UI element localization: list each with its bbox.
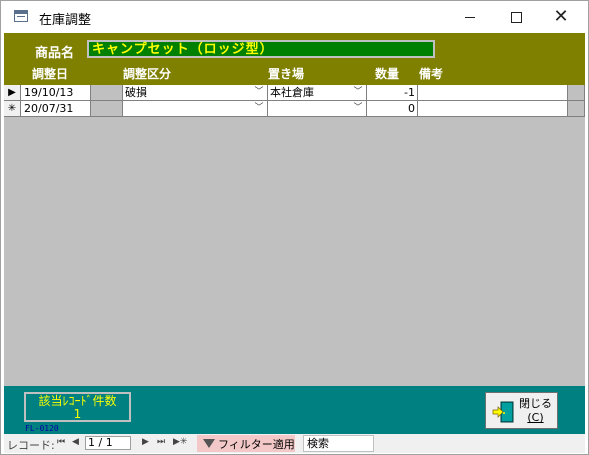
product-name-field[interactable]: キャンプセット（ロッジ型） bbox=[87, 40, 435, 58]
filter-icon bbox=[203, 439, 215, 448]
search-input[interactable]: 検索 bbox=[303, 435, 374, 452]
form-icon bbox=[14, 10, 28, 22]
close-window-button[interactable]: ✕ bbox=[539, 2, 583, 32]
qty-cell[interactable]: 0 bbox=[367, 101, 418, 116]
record-navigation-bar: レコード: ⏮ ◀ 1 / 1 ▶ ⏭ ▶✳ フィルター適用 検索 bbox=[4, 434, 585, 453]
chevron-down-icon[interactable]: ﹀ bbox=[252, 102, 266, 115]
last-record-icon[interactable]: ⏭ bbox=[157, 437, 165, 447]
minimize-icon bbox=[465, 16, 475, 18]
close-label-text: 閉じる bbox=[519, 397, 552, 410]
date-cell[interactable]: 19/10/13 bbox=[21, 85, 91, 100]
adjustment-grid: ▶ 19/10/13 破損 ﹀ 本社倉庫 ﹀ -1 ✳ 20/07/31 ﹀ ﹀… bbox=[4, 85, 585, 386]
note-cell[interactable] bbox=[418, 101, 568, 116]
note-cell[interactable] bbox=[418, 85, 568, 100]
column-header-category: 調整区分 bbox=[123, 67, 172, 81]
category-value: 破損 bbox=[125, 86, 147, 99]
date-cell[interactable]: 20/07/31 bbox=[21, 101, 91, 116]
column-header-qty: 数量 bbox=[375, 67, 400, 81]
column-header-note: 備考 bbox=[419, 67, 444, 81]
exit-door-icon bbox=[492, 401, 514, 423]
column-header-date: 調整日 bbox=[32, 67, 69, 81]
prev-record-icon[interactable]: ◀ bbox=[72, 437, 79, 447]
location-value: 本社倉庫 bbox=[270, 86, 314, 99]
filter-label: フィルター適用 bbox=[218, 437, 295, 451]
minimize-button[interactable] bbox=[448, 2, 492, 32]
qty-cell[interactable]: -1 bbox=[367, 85, 418, 100]
record-label: レコード: bbox=[7, 439, 55, 452]
close-button-label: 閉じる (C) bbox=[519, 397, 552, 425]
maximize-icon bbox=[510, 11, 522, 23]
window-title: 在庫調整 bbox=[39, 13, 92, 28]
row-end-cell bbox=[568, 85, 585, 100]
new-record-icon[interactable]: ▶✳ bbox=[173, 437, 187, 447]
location-cell[interactable]: 本社倉庫 ﹀ bbox=[268, 85, 367, 100]
column-header-location: 置き場 bbox=[268, 67, 305, 81]
record-position-input[interactable]: 1 / 1 bbox=[85, 436, 131, 450]
record-count-box: 該当ﾚｺｰﾄﾞ件数 1 bbox=[24, 392, 131, 422]
first-record-icon[interactable]: ⏮ bbox=[57, 437, 65, 447]
form-footer: 該当ﾚｺｰﾄﾞ件数 1 FL-0120 閉じる (C) bbox=[4, 386, 585, 434]
table-row[interactable]: ▶ 19/10/13 破損 ﹀ 本社倉庫 ﹀ -1 bbox=[4, 85, 585, 101]
record-count-value: 1 bbox=[73, 407, 82, 421]
chevron-down-icon[interactable]: ﹀ bbox=[351, 102, 365, 115]
new-record-selector[interactable]: ✳ bbox=[4, 101, 21, 116]
next-record-icon[interactable]: ▶ bbox=[142, 437, 149, 447]
category-cell[interactable]: ﹀ bbox=[123, 101, 268, 116]
close-shortcut: (C) bbox=[527, 411, 544, 424]
form-header: 商品名 キャンプセット（ロッジ型） 調整日 調整区分 置き場 数量 備考 bbox=[4, 33, 585, 85]
category-cell[interactable]: 破損 ﹀ bbox=[123, 85, 268, 100]
chevron-down-icon[interactable]: ﹀ bbox=[351, 86, 365, 99]
record-selector[interactable]: ▶ bbox=[4, 85, 21, 100]
form-code: FL-0120 bbox=[25, 424, 59, 433]
spacer-cell bbox=[91, 101, 123, 116]
product-label: 商品名 bbox=[35, 46, 75, 61]
title-bar: 在庫調整 ✕ bbox=[1, 1, 588, 32]
filter-toggle[interactable]: フィルター適用 bbox=[197, 435, 295, 452]
close-form-button[interactable]: 閉じる (C) bbox=[485, 392, 558, 429]
maximize-button[interactable] bbox=[494, 2, 538, 32]
location-cell[interactable]: ﹀ bbox=[268, 101, 367, 116]
spacer-cell bbox=[91, 85, 123, 100]
chevron-down-icon[interactable]: ﹀ bbox=[252, 86, 266, 99]
close-icon: ✕ bbox=[553, 6, 569, 27]
row-end-cell bbox=[568, 101, 585, 116]
table-row-new[interactable]: ✳ 20/07/31 ﹀ ﹀ 0 bbox=[4, 101, 585, 117]
